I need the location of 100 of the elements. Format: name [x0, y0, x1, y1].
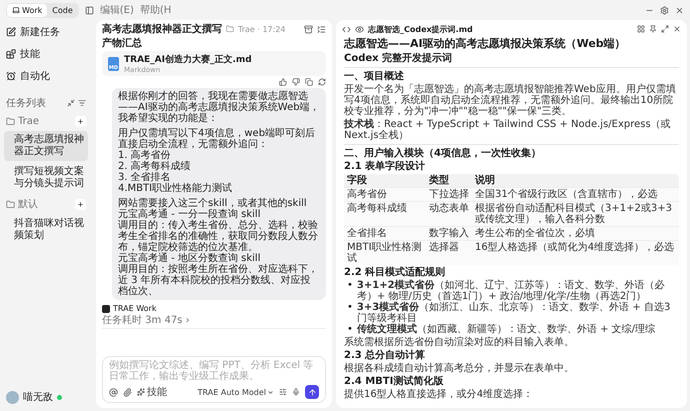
message-line: 3. 全省排名	[118, 172, 171, 183]
bullet-text: 3+3模式省份（如浙江、山东、北京等）：语文、数学、外语 + 自选3门等级考科目	[356, 302, 672, 324]
bullet-mark: •	[347, 280, 353, 293]
add-button[interactable]	[75, 116, 86, 127]
mode-tab[interactable]: Code	[47, 4, 78, 16]
thumbs-down-icon[interactable]	[292, 78, 300, 86]
nav-item[interactable]: 自动化	[4, 66, 88, 86]
subsection-heading: 2.2 科目模式适配规则	[344, 266, 446, 278]
table-header: 类型	[426, 174, 472, 187]
pin-icon[interactable]	[649, 25, 657, 33]
table-cell: 16型人格选择（或简化为4维度选择），必选	[472, 240, 679, 265]
at-icon[interactable]	[109, 388, 118, 396]
agent-name: TRAE Work	[113, 304, 156, 313]
section-label: 任务列表	[6, 96, 46, 110]
list-icon[interactable]	[317, 24, 326, 34]
thumbs-up-icon[interactable]	[279, 78, 287, 86]
paragraph: 技术栈：React + TypeScript + Tailwind CSS + Node.js/Express（或Next.js全栈）	[344, 118, 672, 141]
close-icon[interactable]	[673, 25, 681, 33]
document-subtitle: Codex 完整开发提示词	[344, 52, 454, 64]
group-label: Trae	[18, 116, 40, 127]
table-cell: 下拉选择	[426, 186, 472, 201]
table-cell: 高考省份	[344, 186, 426, 201]
collapse-icon[interactable]	[67, 99, 75, 107]
user-name: 喵无敌	[23, 390, 53, 404]
expand-icon[interactable]	[661, 25, 669, 33]
folder-icon	[6, 117, 15, 126]
close-icon[interactable]	[675, 6, 684, 14]
blocks-icon	[6, 49, 16, 59]
table-cell: 全国31个省级行政区（含直辖市），必选	[472, 186, 679, 201]
folder-icon	[6, 200, 15, 208]
logo-icon	[102, 304, 110, 312]
bullet-mark: •	[347, 324, 353, 335]
laptop-icon	[12, 6, 20, 14]
subsection-heading: 2.3 总分自动计算	[344, 350, 426, 361]
bullet-mark: •	[347, 302, 353, 315]
skill-button[interactable]: 技能	[137, 385, 167, 399]
task-item[interactable]: 撰写短视频文案与分镜头提示词	[4, 163, 88, 193]
edit-icon	[6, 27, 16, 37]
chat-title: 高考志愿填报神器正文撰写	[102, 22, 222, 36]
table-cell: 高考每科成绩	[344, 200, 426, 226]
paragraph: 根据各科成绩自动计算高考总分，并显示在表单中。	[344, 362, 575, 374]
preview-icon[interactable]	[355, 24, 364, 34]
table-header: 字段	[344, 174, 426, 187]
chevron-down-icon	[267, 388, 274, 396]
paragraph: 系统需根据所选省份自动渲染对应的科目输入表单。	[344, 336, 575, 348]
message-line: 调用目的：传入考生省份、总分、选科，校验考生全省排名的准确性，获取同分数段人数分布，锚定院校筛选的位次基准。	[118, 220, 319, 253]
arrow-up-icon	[308, 388, 316, 396]
table-cell: 选择器	[426, 240, 472, 265]
menu-item[interactable]: 帮助(H	[140, 3, 172, 17]
document-title: 志愿智选——AI驱动的高考志愿填报决策系统（Web端）	[344, 38, 627, 51]
task-item[interactable]: 高考志愿填报神器正文撰写	[4, 131, 88, 161]
message-line: 调用目的：按照考生所在省份、对应选科下，近 3 年所有本科院校的投档分数线、对应投档位次、	[118, 264, 319, 297]
sidebar-toggle-icon[interactable]	[84, 6, 94, 14]
group-label: 默认	[18, 198, 38, 211]
copy-icon[interactable]	[305, 78, 313, 86]
subsection-heading: 2.1 表单字段设计	[344, 160, 426, 172]
archive-icon[interactable]	[304, 24, 313, 34]
task-item[interactable]: 抖音猫咪对话视频策划	[4, 215, 88, 245]
paperclip-icon[interactable]	[123, 388, 132, 396]
message-line: 2. 高考每科成绩	[118, 161, 192, 172]
table-cell: 数字输入	[426, 226, 472, 240]
sliders-icon[interactable]	[279, 388, 287, 396]
task-duration[interactable]: 任务耗时 3m 47s ›	[102, 315, 190, 326]
grid-icon[interactable]	[637, 25, 645, 33]
mode-tab[interactable]: Work	[7, 4, 48, 16]
message-line: 1. 高考省份	[118, 150, 171, 161]
table-cell: 动态表单	[426, 200, 472, 226]
folder-icon	[226, 25, 234, 33]
chat-meta: Trae · 17:24	[238, 24, 286, 34]
menu-item[interactable]: 编辑(E)	[100, 3, 134, 17]
send-button[interactable]	[305, 385, 319, 399]
plus-icon	[77, 200, 84, 208]
table-cell: 全省排名	[344, 226, 426, 240]
paragraph: 提供16型人格直接选择，或分4维度选择：	[344, 388, 534, 400]
add-button[interactable]	[75, 198, 86, 210]
message-line: 4.MBTI职业性格能力测试	[118, 183, 234, 194]
paragraph: 开发一个名为「志愿智选」的高考志愿填报智能推荐Web应用。用户仅需填写4项信息，系统即自动启动全流程推荐，无需额外追问。最终输出10所院校专业推荐，分为"冲一冲""稳一稳""保一保"三类。	[344, 84, 677, 117]
nav-item[interactable]: 技能	[4, 44, 88, 64]
nav-item[interactable]: 新建任务	[4, 22, 88, 42]
microphone-icon[interactable]	[292, 388, 300, 396]
message-line: 元宝高考通 - 一分一段查询 skill	[118, 209, 262, 220]
message-line: 根据你刚才的回答，我现在需要做志愿智选——AI驱动的高考志愿填报决策系统Web端，我希望实现的功能是：	[118, 91, 320, 124]
sparkle-icon	[137, 388, 145, 396]
table-cell: MBTI职业性格测试	[344, 240, 426, 265]
section-heading: 一、项目概述	[344, 70, 405, 82]
table-cell: 根据省份自动适配科目模式（3+1+2或3+3或传统文理），输入各科分数	[472, 200, 679, 226]
message-line: 元宝高考通 - 地区分数查询 skill	[118, 253, 260, 264]
file-name: TRAE_AI创造力大赛_正文.md	[124, 53, 252, 66]
code-icon[interactable]	[342, 24, 351, 34]
filter-icon[interactable]	[78, 99, 86, 107]
bullet-text: 3+1+2模式省份（如河北、辽宁、江苏等）：语文、数学、外语（必考）+ 物理/历史（首选1门）+ 政治/地理/化学/生物（再选2门）	[356, 280, 666, 302]
section-title: 产物汇总	[102, 38, 143, 49]
bullet-text: 传统文理模式（如西藏、新疆等）：语文、数学、外语 + 文综/理综	[356, 324, 656, 335]
settings-icon[interactable]	[660, 6, 669, 14]
model-select[interactable]: TRAE Auto Model	[198, 388, 274, 396]
subsection-heading: 2.4 MBTI测试简化版	[344, 376, 444, 387]
refresh-icon[interactable]	[318, 78, 326, 86]
file-name-label: 志愿智选_Codex提示词.md	[368, 24, 473, 34]
table-header: 说明	[472, 174, 679, 187]
alarm-clock-icon	[6, 71, 16, 81]
